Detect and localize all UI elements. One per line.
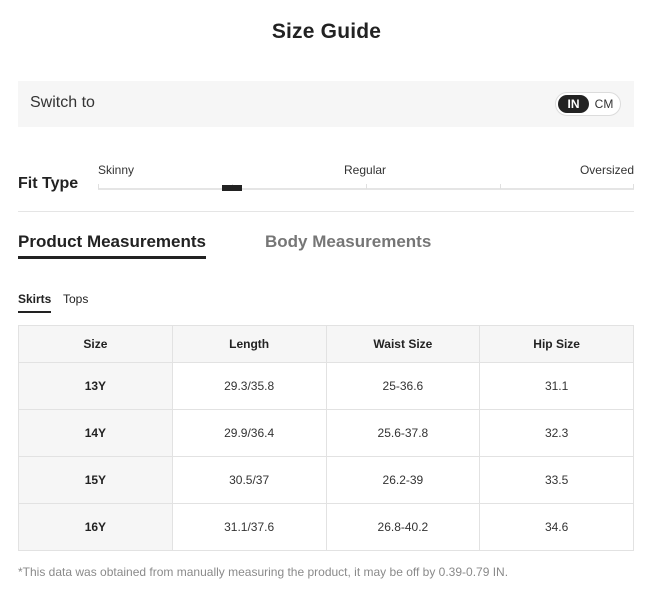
tab-body-measurements[interactable]: Body Measurements [265,232,431,252]
unit-option-cm[interactable]: CM [590,95,618,113]
waist-cell: 25.6-37.8 [325,409,481,457]
unit-option-in[interactable]: IN [558,95,589,113]
fit-notch [366,184,367,189]
table-row: 13Y 29.3/35.8 25-36.6 31.1 [18,362,634,410]
unit-toggle[interactable]: IN CM [555,92,621,116]
fit-label-regular: Regular [344,163,387,177]
waist-cell: 26.2-39 [325,456,481,504]
fit-notch [500,184,501,189]
size-cell: 15Y [18,456,173,504]
subtab-tops[interactable]: Tops [63,292,88,306]
fit-type-scale: Skinny Regular Oversized [98,163,634,193]
table-header-row: Size Length Waist Size Hip Size [18,325,634,363]
length-cell: 29.3/35.8 [171,362,327,410]
column-header-length: Length [171,325,327,363]
page-title: Size Guide [271,20,382,43]
column-header-size: Size [18,325,173,363]
length-cell: 29.9/36.4 [171,409,327,457]
fit-notch [98,184,99,189]
table-row: 16Y 31.1/37.6 26.8-40.2 34.6 [18,503,634,551]
waist-cell: 25-36.6 [325,362,481,410]
size-cell: 16Y [18,503,173,551]
fit-type-label: Fit Type [18,175,79,192]
size-cell: 13Y [18,362,173,410]
waist-cell: 26.8-40.2 [325,503,481,551]
tab-product-measurements[interactable]: Product Measurements [18,232,206,259]
size-cell: 14Y [18,409,173,457]
column-header-hip: Hip Size [479,325,634,363]
section-divider [18,211,634,212]
unit-switch-bar: Switch to IN CM [18,81,634,127]
hip-cell: 33.5 [479,456,634,504]
size-table: Size Length Waist Size Hip Size 13Y 29.3… [18,325,634,551]
fit-marker [222,185,242,191]
hip-cell: 32.3 [479,409,634,457]
fit-notch [633,184,634,189]
subtab-skirts[interactable]: Skirts [18,292,52,313]
fit-label-oversized: Oversized [579,163,634,177]
unit-switch-label: Switch to [30,94,95,111]
hip-cell: 31.1 [479,362,634,410]
table-row: 15Y 30.5/37 26.2-39 33.5 [18,456,634,504]
table-row: 14Y 29.9/36.4 25.6-37.8 32.3 [18,409,634,457]
fit-label-skinny: Skinny [98,163,135,177]
length-cell: 30.5/37 [171,456,327,504]
column-header-waist: Waist Size [325,325,481,363]
measurement-disclaimer: *This data was obtained from manually me… [18,565,509,579]
hip-cell: 34.6 [479,503,634,551]
length-cell: 31.1/37.6 [171,503,327,551]
